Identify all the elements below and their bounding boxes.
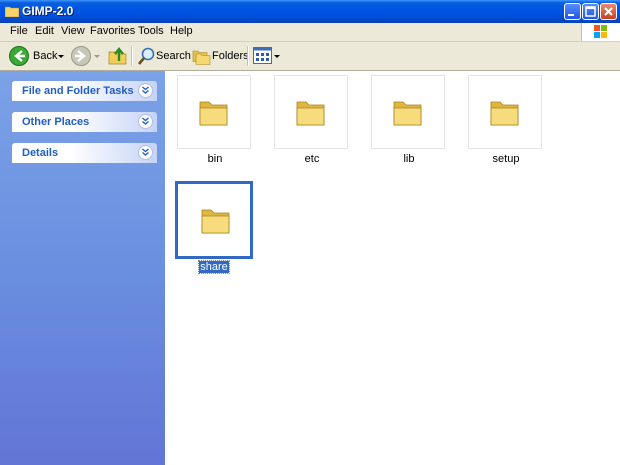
folder-thumbnail bbox=[177, 75, 251, 149]
menu-favorites[interactable]: Favorites bbox=[90, 25, 135, 37]
folder-thumbnail-selected bbox=[175, 181, 253, 259]
folder-icon bbox=[199, 101, 228, 126]
toolbar-separator bbox=[247, 46, 249, 66]
menu-edit[interactable]: Edit bbox=[35, 25, 54, 37]
folder-name: bin bbox=[207, 153, 223, 165]
search-button[interactable]: Search bbox=[135, 45, 191, 67]
folder-thumbnail bbox=[274, 75, 348, 149]
chevron-down-icon[interactable] bbox=[138, 114, 153, 129]
panel-title: File and Folder Tasks bbox=[22, 85, 134, 97]
folder-name: setup bbox=[492, 153, 520, 165]
explorer-window: GIMP-2.0 File Edit View Favorites Tools … bbox=[0, 0, 620, 465]
folder-item-bin[interactable]: bin bbox=[175, 71, 255, 171]
maximize-button[interactable] bbox=[582, 3, 599, 20]
folder-name: etc bbox=[304, 153, 320, 165]
folder-thumbnail bbox=[371, 75, 445, 149]
folder-item-lib[interactable]: lib bbox=[369, 71, 449, 171]
minimize-button[interactable] bbox=[564, 3, 581, 20]
menu-tools[interactable]: Tools bbox=[138, 25, 164, 37]
chevron-down-icon[interactable] bbox=[138, 83, 153, 98]
back-button[interactable]: Back bbox=[6, 45, 66, 67]
windows-logo-icon bbox=[581, 23, 620, 41]
folder-icon bbox=[296, 101, 325, 126]
folders-button[interactable]: Folders bbox=[190, 45, 249, 67]
menu-file[interactable]: File bbox=[10, 25, 28, 37]
file-view[interactable]: bin etc lib setup share bbox=[165, 71, 620, 465]
menu-bar: File Edit View Favorites Tools Help bbox=[0, 23, 620, 42]
panel-details[interactable]: Details bbox=[12, 143, 157, 163]
folder-item-share[interactable]: share bbox=[174, 177, 254, 277]
panel-file-and-folder-tasks[interactable]: File and Folder Tasks bbox=[12, 81, 157, 101]
folder-item-etc[interactable]: etc bbox=[272, 71, 352, 171]
chevron-down-icon[interactable] bbox=[138, 145, 153, 160]
toolbar-separator bbox=[131, 46, 133, 66]
folder-item-setup[interactable]: setup bbox=[466, 71, 546, 171]
task-pane: File and Folder Tasks Other Places Detai… bbox=[0, 71, 165, 465]
forward-button[interactable] bbox=[68, 45, 102, 67]
folder-icon bbox=[4, 5, 20, 18]
panel-other-places[interactable]: Other Places bbox=[12, 112, 157, 132]
up-folder-button[interactable] bbox=[105, 45, 129, 67]
panel-title: Other Places bbox=[22, 116, 90, 128]
menu-help[interactable]: Help bbox=[170, 25, 193, 37]
folder-icon bbox=[490, 101, 519, 126]
folder-icon bbox=[201, 209, 230, 234]
window-title: GIMP-2.0 bbox=[22, 4, 74, 18]
folder-thumbnail bbox=[468, 75, 542, 149]
folder-name: share bbox=[198, 260, 230, 274]
panel-title: Details bbox=[22, 147, 59, 159]
folder-name: lib bbox=[403, 153, 415, 165]
views-button[interactable] bbox=[252, 45, 280, 67]
toolbar: Back Search Folders bbox=[0, 42, 620, 71]
folder-icon bbox=[393, 101, 422, 126]
menu-view[interactable]: View bbox=[61, 25, 85, 37]
close-button[interactable] bbox=[600, 3, 617, 20]
title-bar[interactable]: GIMP-2.0 bbox=[0, 0, 620, 23]
